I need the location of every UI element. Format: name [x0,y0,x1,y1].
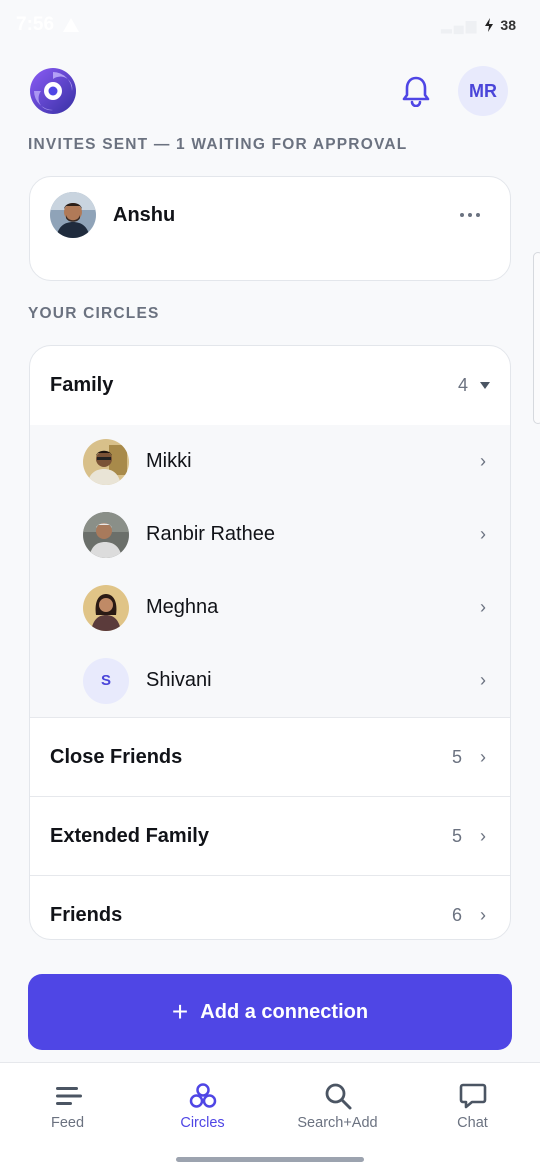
circle-row-friends[interactable]: Friends 6 › [30,876,510,939]
member-row-ranbir[interactable]: Ranbir Rathee › [30,498,510,571]
chevron-right-icon: › [480,670,486,690]
app-logo-icon[interactable] [28,66,78,116]
member-row-shivani[interactable]: S Shivani › [30,644,510,717]
circle-name: Extended Family [50,824,209,847]
status-right: ▂▄▆ 38 [441,17,516,34]
circle-count: 5 [451,746,462,767]
circle-family-header[interactable]: Family 4 [30,346,510,425]
circle-count: 6 [451,905,462,925]
status-bar: 7:56 ▂▄▆ 38 [0,0,540,50]
charging-icon [485,18,494,32]
tab-chat[interactable]: Chat [405,1063,540,1170]
chevron-right-icon: › [480,746,486,767]
invite-card: Anshu [29,176,511,281]
member-name: Meghna [146,596,219,618]
header-actions: MR [398,66,508,116]
tab-circles[interactable]: Circles [135,1063,270,1170]
invites-section-label: INVITES SENT — 1 WAITING FOR APPROVAL [28,136,408,153]
circle-row-extended-family[interactable]: Extended Family 5 › [30,797,510,876]
chat-icon [459,1083,486,1109]
status-time: 7:56 [16,14,80,36]
alert-icon [63,18,80,32]
circles-card: Family 4 Mikki › Ranbir Rathee › Meghna … [29,345,511,940]
member-name: Shivani [146,669,212,691]
member-name: Mikki [146,450,192,472]
circle-name: Close Friends [50,745,183,768]
tab-label: Feed [50,1115,85,1131]
circle-row-close-friends[interactable]: Close Friends 5 › [30,718,510,797]
bottom-tab-bar: Feed Circles Search+Add Chat [0,1062,540,1170]
caret-down-icon [480,382,490,389]
home-indicator[interactable] [176,1157,364,1162]
member-row-meghna[interactable]: Meghna › [30,571,510,644]
plus-icon: + [171,996,189,1027]
clock-text: 7:56 [16,14,55,35]
anshu-avatar [50,192,96,238]
invite-row[interactable]: Anshu [50,192,490,238]
more-options-icon[interactable] [450,200,490,230]
tab-label: Chat [457,1115,488,1131]
tab-feed[interactable]: Feed [0,1063,135,1170]
circles-icon [189,1083,216,1108]
tab-label: Search+Add [297,1115,378,1131]
family-members-list: Mikki › Ranbir Rathee › Meghna › S Shiva… [30,425,510,718]
battery-level: 38 [500,17,516,33]
ranbir-avatar [83,511,129,558]
notifications-button[interactable] [398,73,434,109]
circle-name: Friends [50,904,123,926]
chevron-right-icon: › [480,451,486,471]
circle-count: 4 [457,375,468,395]
scroll-handle[interactable] [533,252,540,424]
signal-icon: ▂▄▆ [440,16,479,33]
mikki-avatar [83,438,129,485]
chevron-right-icon: › [480,597,486,617]
circle-name: Family [50,374,114,396]
circles-section-label: YOUR CIRCLES [28,305,160,322]
feed-icon [55,1087,82,1105]
meghna-avatar [83,584,129,631]
bell-icon [402,76,430,107]
chevron-right-icon: › [480,825,486,846]
circle-count: 5 [451,825,462,846]
member-name: Ranbir Rathee [146,523,275,545]
chevron-right-icon: › [480,905,486,925]
member-row-mikki[interactable]: Mikki › [30,425,510,498]
tab-label: Circles [180,1115,225,1131]
add-connection-button[interactable]: + Add a connection [28,974,512,1050]
app-header: MR [28,64,508,118]
chevron-right-icon: › [480,524,486,544]
shivani-avatar: S [83,657,129,704]
tab-search-add[interactable]: Search+Add [270,1063,405,1170]
profile-avatar[interactable]: MR [458,66,508,116]
search-icon [325,1083,351,1110]
add-connection-label: Add a connection [200,1000,369,1023]
invite-name: Anshu [113,203,176,226]
